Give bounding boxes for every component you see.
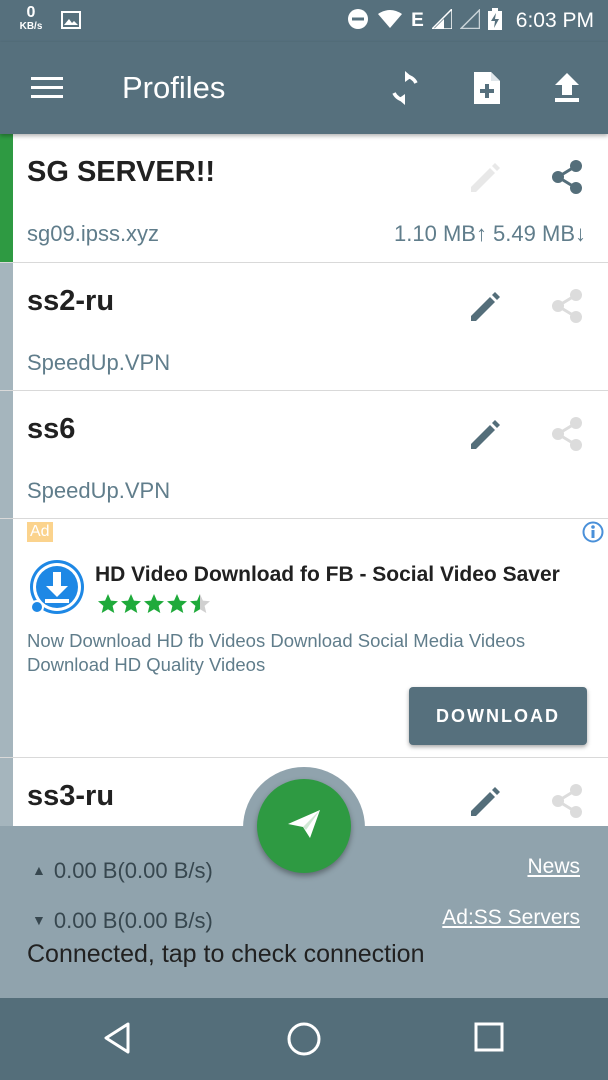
profile-host: SpeedUp.VPN <box>27 478 171 503</box>
status-bar: 0 KB/s E 6:03 PM <box>0 0 608 42</box>
profile-traffic: 1.10 MB↑ 5.49 MB↓ <box>394 221 586 246</box>
ad-description: Now Download HD fb Videos Download Socia… <box>27 630 526 675</box>
upload-stat-value: 0.00 B(0.00 B/s) <box>53 858 213 883</box>
star-icon <box>167 594 187 613</box>
add-file-icon[interactable] <box>467 68 507 108</box>
network-type: E <box>411 10 424 31</box>
star-icon <box>98 594 118 613</box>
profile-name: SG SERVER!! <box>27 156 216 188</box>
upload-arrow-icon: ▲ <box>32 862 46 878</box>
clock: 6:03 PM <box>515 9 594 32</box>
signal-icon <box>429 6 453 34</box>
profile-card[interactable]: ss2-ru SpeedUp.VPN <box>0 263 608 391</box>
active-indicator <box>0 134 13 262</box>
profile-host: sg09.ipss.xyz <box>27 221 160 246</box>
upload-stat: ▲ 0.00 B(0.00 B/s) <box>32 858 213 884</box>
dnd-icon <box>347 8 369 35</box>
menu-icon[interactable] <box>30 75 66 101</box>
navigation-bar <box>0 998 608 1080</box>
ad-card[interactable]: Ad HD Video Download fo FB - Social Vide… <box>0 519 608 758</box>
app-bar: Profiles <box>0 42 608 134</box>
inactive-indicator <box>0 758 13 826</box>
ad-app-icon[interactable] <box>29 559 85 615</box>
refresh-icon[interactable] <box>385 68 425 108</box>
edit-icon[interactable] <box>466 417 506 457</box>
profile-card[interactable]: ss6 SpeedUp.VPN <box>0 391 608 519</box>
inactive-indicator <box>0 391 13 518</box>
profile-name: ss6 <box>27 413 76 445</box>
signal-empty-icon <box>458 7 481 34</box>
share-icon[interactable] <box>548 287 588 327</box>
star-icon <box>190 594 210 613</box>
download-stat-value: 0.00 B(0.00 B/s) <box>53 908 213 933</box>
download-stat: ▼ 0.00 B(0.00 B/s) <box>32 908 213 934</box>
wifi-icon <box>377 9 403 34</box>
back-icon[interactable] <box>100 1020 140 1060</box>
news-link[interactable]: News <box>527 855 580 879</box>
download-button[interactable]: DOWNLOAD <box>409 687 587 745</box>
star-icon <box>121 594 141 613</box>
profile-name: ss3-ru <box>27 780 115 812</box>
edit-icon[interactable] <box>466 289 506 329</box>
profile-list: SG SERVER!! sg09.ipss.xyz 1.10 MB↑ 5.49 … <box>0 134 608 826</box>
battery-charging-icon <box>487 7 502 35</box>
connect-fab[interactable] <box>257 779 351 873</box>
share-icon[interactable] <box>548 415 588 455</box>
page-title: Profiles <box>122 70 226 105</box>
ad-title[interactable]: HD Video Download fo FB - Social Video S… <box>95 563 560 587</box>
app-screen: 0 KB/s E 6:03 PM Profiles SG SERVER!! sg… <box>0 0 608 1080</box>
upload-icon[interactable] <box>547 68 587 108</box>
ad-badge: Ad <box>27 522 53 542</box>
info-icon[interactable] <box>582 521 604 543</box>
edit-icon[interactable] <box>466 784 506 824</box>
profile-card[interactable]: SG SERVER!! sg09.ipss.xyz 1.10 MB↑ 5.49 … <box>0 134 608 263</box>
network-speed-value: 0 <box>26 4 36 21</box>
network-speed-unit: KB/s <box>19 21 43 32</box>
rating-stars <box>97 593 211 615</box>
profile-name: ss2-ru <box>27 285 115 317</box>
inactive-indicator <box>0 263 13 390</box>
inactive-indicator <box>0 519 13 757</box>
share-icon[interactable] <box>548 782 588 822</box>
share-icon[interactable] <box>548 158 588 198</box>
status-icons: E 6:03 PM <box>347 0 594 42</box>
connection-status[interactable]: Connected, tap to check connection <box>27 940 425 969</box>
star-icon <box>144 594 164 613</box>
recents-icon[interactable] <box>472 1020 512 1060</box>
home-icon[interactable] <box>285 1020 325 1060</box>
gallery-icon <box>61 11 81 34</box>
ad-servers-link[interactable]: Ad:SS Servers <box>442 906 580 930</box>
download-arrow-icon: ▼ <box>32 912 46 928</box>
profile-host: SpeedUp.VPN <box>27 350 171 375</box>
network-speed-indicator: 0 KB/s <box>15 5 47 32</box>
edit-icon[interactable] <box>466 160 506 200</box>
send-icon <box>284 804 324 849</box>
